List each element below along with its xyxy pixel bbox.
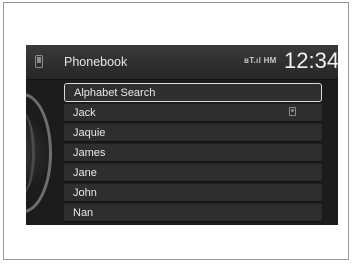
navigation-screen: Phonebook ʙT.ıl HM 12:34 Alphabet Search… [26,45,338,225]
list-item-label: James [73,147,106,159]
list-item-label: Nan [73,207,94,219]
list-item-label: Jack [73,107,96,119]
alphabet-search-item[interactable]: Alphabet Search [64,83,322,102]
phonebook-list: Alphabet Search Jack Jaquie James Jane J… [64,83,322,224]
list-item[interactable]: Jack [64,104,322,122]
list-item[interactable]: Jaquie [64,124,322,142]
phone-icon [35,55,43,68]
figure-frame: Phonebook ʙT.ıl HM 12:34 Alphabet Search… [3,2,349,260]
list-item[interactable]: John [64,184,322,202]
list-item[interactable]: Jane [64,164,322,182]
contact-card-icon [289,107,296,116]
list-item[interactable]: James [64,144,322,162]
header-bar: Phonebook ʙT.ıl HM 12:34 [26,45,338,80]
list-item[interactable]: Nan [64,204,322,222]
list-item-label: Alphabet Search [74,87,156,99]
list-item-label: Jaquie [73,127,106,139]
bluetooth-signal-status-icon: ʙT.ıl HM [244,56,277,65]
clock: 12:34 [284,48,338,73]
list-item-label: John [73,187,97,199]
page-title: Phonebook [64,55,128,69]
list-item-label: Jane [73,167,97,179]
selector-dial-icon [26,93,52,213]
